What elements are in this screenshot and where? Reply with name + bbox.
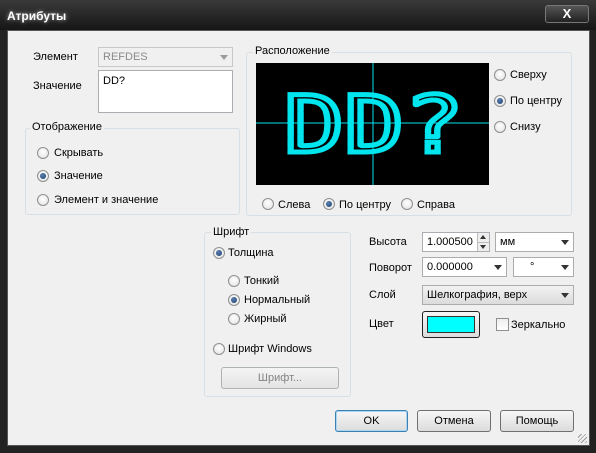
weight-thin-label[interactable]: Тонкий [244, 275, 279, 287]
display-value-radio[interactable] [37, 170, 49, 182]
spin-down-button[interactable] [477, 242, 489, 251]
color-swatch [427, 316, 475, 333]
dialog-body: Элемент REFDES Значение DD? Отображение … [7, 30, 590, 446]
vertical-center-radio[interactable] [494, 95, 506, 107]
chevron-down-icon [220, 55, 228, 60]
rotation-unit-combo[interactable]: ° [513, 257, 574, 277]
display-both-label[interactable]: Элемент и значение [54, 194, 158, 206]
weight-bold-radio[interactable] [228, 313, 240, 325]
title-bar[interactable]: Атрибуты X [0, 0, 596, 30]
chevron-down-icon [494, 265, 502, 270]
element-combo: REFDES [98, 47, 233, 67]
layer-label: Слой [369, 289, 396, 301]
font-group-title: Шрифт [211, 226, 252, 238]
mirror-checkbox[interactable] [496, 318, 509, 331]
value-label: Значение [33, 80, 82, 92]
weight-bold-label[interactable]: Жирный [244, 313, 287, 325]
horizontal-center-label[interactable]: По центру [339, 199, 391, 211]
height-input[interactable]: 1.000500 [422, 232, 490, 252]
chevron-down-icon [561, 240, 569, 245]
preview-text: DD? [284, 81, 464, 171]
display-value-label[interactable]: Значение [54, 170, 103, 182]
attributes-dialog: Атрибуты X Элемент REFDES Значение DD? О… [0, 0, 596, 453]
display-both-radio[interactable] [37, 194, 49, 206]
rotation-label: Поворот [369, 262, 412, 274]
height-value: 1.000500 [427, 236, 473, 248]
help-button[interactable]: Помощь [500, 410, 574, 432]
rotation-combo[interactable]: 0.000000 [422, 257, 507, 277]
resize-grip-icon[interactable] [578, 434, 587, 443]
color-label: Цвет [369, 318, 394, 330]
vertical-bottom-radio[interactable] [494, 121, 506, 133]
display-group-title: Отображение [30, 121, 104, 133]
vertical-center-label[interactable]: По центру [510, 95, 562, 107]
value-text: DD? [103, 75, 126, 87]
color-button[interactable] [422, 311, 480, 338]
display-hide-label[interactable]: Скрывать [54, 147, 103, 159]
horizontal-right-radio[interactable] [401, 198, 413, 210]
spin-up-icon [480, 235, 486, 239]
chevron-down-icon [561, 265, 569, 270]
windows-font-label[interactable]: Шрифт Windows [228, 343, 312, 355]
ok-button[interactable]: OK [335, 410, 408, 432]
font-thickness-radio[interactable] [213, 247, 225, 259]
weight-thin-radio[interactable] [228, 275, 240, 287]
layer-value: Шелкография, верх [427, 289, 528, 301]
horizontal-left-label[interactable]: Слева [278, 199, 310, 211]
spin-down-icon [480, 245, 486, 249]
vertical-top-label[interactable]: Сверху [510, 69, 547, 81]
windows-font-radio[interactable] [213, 343, 225, 355]
horizontal-left-radio[interactable] [262, 198, 274, 210]
close-button[interactable]: X [545, 5, 589, 23]
cancel-button[interactable]: Отмена [417, 410, 491, 432]
height-unit-value: мм [500, 236, 516, 248]
window-title: Атрибуты [7, 9, 67, 23]
value-input[interactable]: DD? [98, 70, 233, 113]
position-group-title: Расположение [253, 45, 332, 57]
mirror-label[interactable]: Зеркально [511, 319, 565, 331]
layer-combo[interactable]: Шелкография, верх [422, 285, 574, 305]
height-unit-combo[interactable]: мм [495, 232, 574, 252]
rotation-value: 0.000000 [427, 261, 473, 273]
element-value: REFDES [103, 51, 148, 63]
preview-canvas: DD? [256, 63, 489, 185]
height-label: Высота [369, 236, 407, 248]
chevron-down-icon [561, 293, 569, 298]
vertical-top-radio[interactable] [494, 69, 506, 81]
spin-up-button[interactable] [477, 233, 489, 242]
vertical-bottom-label[interactable]: Снизу [510, 121, 541, 133]
weight-normal-radio[interactable] [228, 294, 240, 306]
attribute-preview: DD? [256, 63, 489, 185]
display-hide-radio[interactable] [37, 147, 49, 159]
weight-normal-label[interactable]: Нормальный [244, 294, 310, 306]
rotation-unit-value: ° [530, 261, 535, 273]
horizontal-center-radio[interactable] [323, 198, 335, 210]
horizontal-right-label[interactable]: Справа [417, 199, 455, 211]
font-thickness-label[interactable]: Толщина [228, 247, 274, 259]
element-label: Элемент [33, 51, 78, 63]
choose-font-button[interactable]: Шрифт... [221, 367, 339, 389]
